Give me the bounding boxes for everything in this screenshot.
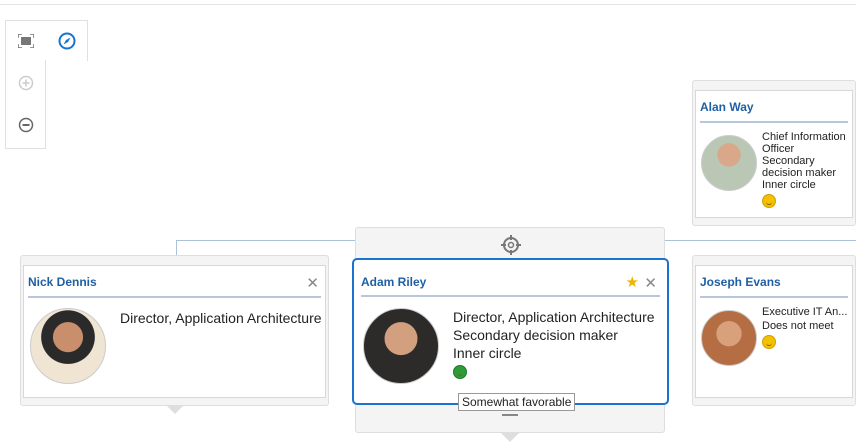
person-name[interactable]: Adam Riley xyxy=(361,275,426,289)
node-joseph-evans[interactable]: Joseph Evans Executive IT An... Does not… xyxy=(692,255,856,406)
person-name[interactable]: Alan Way xyxy=(700,100,754,114)
favorable-sentiment-icon[interactable] xyxy=(453,365,467,379)
influence-circle: Inner circle xyxy=(762,179,816,191)
decision-role: Secondary decision maker xyxy=(453,327,618,343)
expand-arrow[interactable] xyxy=(166,405,184,414)
job-title: Executive IT An... xyxy=(762,306,848,318)
avatar xyxy=(30,308,106,384)
divider xyxy=(28,296,321,298)
node-alan-way[interactable]: Alan Way Chief Information Officer Secon… xyxy=(692,80,856,226)
connector-line xyxy=(176,240,177,255)
node-adam-riley[interactable]: Adam Riley ★ ✕ Director, Application Arc… xyxy=(352,258,669,411)
collapse-icon[interactable] xyxy=(502,414,518,416)
avatar xyxy=(701,135,757,191)
compass-icon[interactable] xyxy=(55,29,79,53)
center-target-icon[interactable] xyxy=(501,235,521,260)
neutral-sentiment-icon[interactable] xyxy=(762,335,776,349)
decision-role: Secondary decision maker xyxy=(762,155,836,179)
zoom-out-icon[interactable] xyxy=(14,113,38,137)
person-name[interactable]: Joseph Evans xyxy=(700,275,781,289)
tooltip: Somewhat favorable xyxy=(458,393,576,411)
zoom-in-icon[interactable] xyxy=(14,71,38,95)
close-icon[interactable]: ✕ xyxy=(644,274,657,292)
decision-role: Does not meet xyxy=(762,320,834,332)
neutral-sentiment-icon[interactable] xyxy=(762,194,776,208)
job-title: Director, Application Architecture xyxy=(120,310,322,326)
zoom-toolbar xyxy=(5,60,46,149)
close-icon[interactable]: ✕ xyxy=(306,274,319,292)
divider xyxy=(361,295,660,297)
divider xyxy=(700,296,848,298)
expand-arrow[interactable] xyxy=(501,433,519,442)
influence-circle: Inner circle xyxy=(453,345,522,361)
node-nick-dennis[interactable]: Nick Dennis ✕ Director, Application Arch… xyxy=(20,255,329,406)
star-icon[interactable]: ★ xyxy=(626,273,639,291)
person-name[interactable]: Nick Dennis xyxy=(28,275,97,289)
job-title: Chief Information Officer xyxy=(762,131,846,155)
avatar xyxy=(701,310,757,366)
avatar xyxy=(363,308,439,384)
view-toolbar xyxy=(5,20,88,61)
divider xyxy=(700,121,848,123)
job-title: Director, Application Architecture xyxy=(453,309,655,325)
fit-to-screen-icon[interactable] xyxy=(14,29,38,53)
canvas-border xyxy=(0,4,856,5)
